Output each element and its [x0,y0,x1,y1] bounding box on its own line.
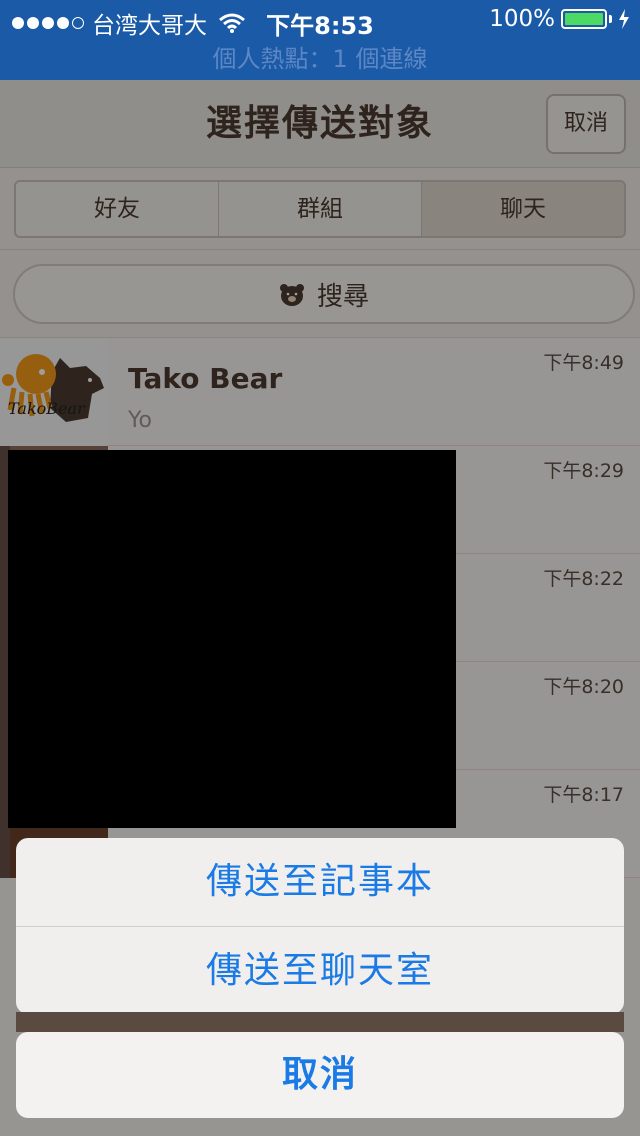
cancel-button[interactable]: 取消 [546,94,626,154]
tab-chats[interactable]: 聊天 [422,182,624,236]
sheet-cancel-button[interactable]: 取消 [16,1032,624,1118]
chat-message: Yo [128,408,152,433]
tab-groups[interactable]: 群組 [219,182,422,236]
action-sheet: 傳送至記事本 傳送至聊天室 [16,838,624,1014]
send-to-notes-button[interactable]: 傳送至記事本 [16,838,624,926]
chat-time: 下午8:29 [543,460,624,482]
svg-text:TakoBear: TakoBear [8,399,86,418]
bear-search-icon [279,284,304,306]
search-bar: 搜尋 [0,250,640,338]
chat-time: 下午8:22 [543,568,624,590]
search-input[interactable]: 搜尋 [13,264,635,324]
tab-bar: 好友 群組 聊天 [0,168,640,250]
segmented-control: 好友 群組 聊天 [14,180,626,238]
charging-icon [619,9,629,29]
chat-time: 下午8:20 [543,676,624,698]
chat-time: 下午8:17 [543,784,624,806]
chat-time: 下午8:49 [543,352,624,374]
chat-name: Tako Bear [128,362,283,395]
sheet-gap [16,1012,624,1032]
search-label: 搜尋 [316,281,369,312]
nav-bar: 選擇傳送對象 取消 [0,80,640,168]
battery-percent: 100% [489,6,555,32]
tab-friends[interactable]: 好友 [16,182,219,236]
battery-icon [561,9,607,29]
status-bar: 台湾大哥大 下午8:53 100% [0,0,640,40]
battery-group: 100% [489,6,630,32]
hotspot-banner[interactable]: 個人熱點：1 個連線 [0,40,640,80]
chat-row[interactable]: TakoBear Tako Bear Yo 下午8:49 [0,338,640,446]
redacted-area [8,450,456,828]
send-to-chat-button[interactable]: 傳送至聊天室 [16,926,624,1014]
tako-bear-avatar-icon: TakoBear [0,338,108,446]
avatar: TakoBear [0,338,108,446]
page-title: 選擇傳送對象 [205,103,434,144]
